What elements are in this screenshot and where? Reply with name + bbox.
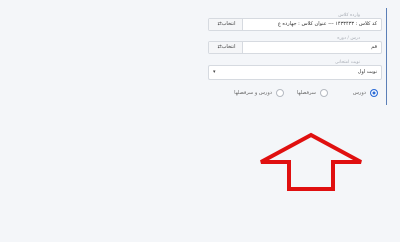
lesson-pick-button[interactable]: انتخاب⇄ (209, 42, 243, 53)
chevron-down-icon: ▾ (213, 69, 216, 75)
type-radio-group: دورس سرفصلها دورس و سرفصلها (228, 88, 378, 98)
document-field[interactable]: انتخاب⇄ کد کلاس : ۱۴۳۳۴۳۳ --- عنوان کلاس… (208, 18, 382, 31)
radio-unchecked-icon[interactable] (320, 89, 328, 97)
lesson-pick-label: انتخاب (221, 44, 236, 50)
radio-option-both[interactable]: دورس و سرفصلها (228, 88, 284, 98)
radio-option-courses[interactable]: دورس (338, 88, 378, 98)
term-select-value: نوبت اول (357, 69, 377, 75)
term-select[interactable]: ▾ نوبت اول (208, 65, 382, 80)
arrow-up-icon (260, 132, 362, 191)
lesson-field-value: قم (371, 44, 377, 50)
radio-option-headings[interactable]: سرفصلها (284, 88, 328, 98)
radio-option-label: سرفصلها (296, 90, 316, 96)
document-pick-button[interactable]: انتخاب⇄ (209, 19, 243, 30)
radio-checked-icon[interactable] (370, 89, 378, 97)
lesson-field[interactable]: انتخاب⇄ قم (208, 41, 382, 54)
radio-option-label: دورس (352, 90, 366, 96)
document-field-value: کد کلاس : ۱۴۳۳۴۳۳ --- عنوان کلاس : جهارد… (277, 21, 377, 27)
document-pick-label: انتخاب (221, 21, 236, 27)
radio-unchecked-icon[interactable] (276, 89, 284, 97)
radio-option-label: دورس و سرفصلها (234, 90, 272, 96)
